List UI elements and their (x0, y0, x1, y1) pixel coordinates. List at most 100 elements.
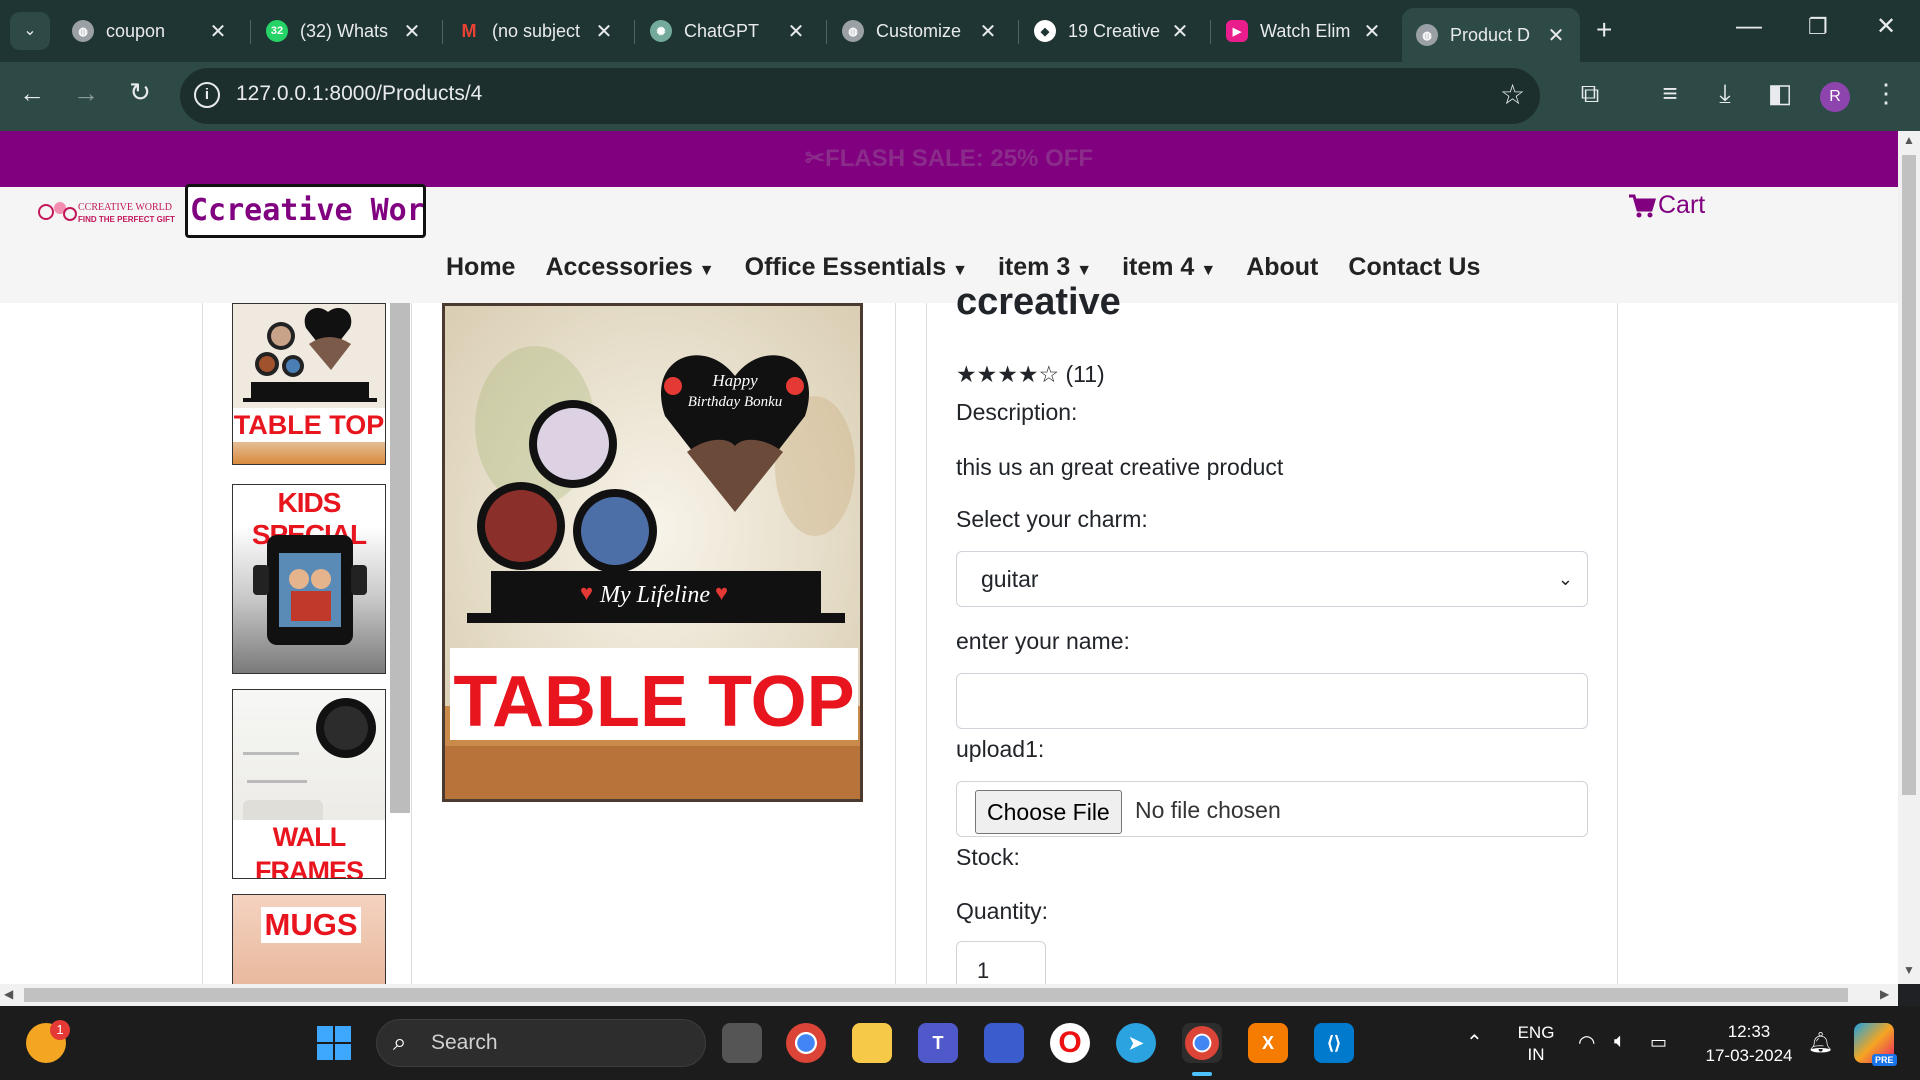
vscode-icon[interactable]: ⟨⟩ (1314, 1023, 1354, 1063)
charm-select-value: guitar (981, 566, 1039, 592)
profile-avatar[interactable]: R (1820, 82, 1850, 112)
tab-coupon[interactable]: ◍ coupon ✕ (58, 8, 242, 54)
main-nav: Home Accessories ▼ Office Essentials ▼ ite… (446, 253, 1480, 282)
tab-title: (no subject (492, 20, 581, 41)
scroll-up-arrow-icon[interactable]: ▲ (1903, 133, 1915, 147)
close-window-button[interactable]: ✕ (1876, 12, 1896, 41)
nav-about[interactable]: About (1246, 253, 1318, 282)
choose-file-button[interactable]: Choose File (975, 790, 1122, 834)
brand-name[interactable]: Ccreative World (185, 184, 426, 238)
scrollbar-thumb[interactable] (1902, 155, 1916, 795)
tab-customize[interactable]: ◍ Customize ✕ (828, 8, 1012, 54)
forward-button[interactable]: → (66, 78, 106, 109)
language-indicator[interactable]: ENG IN (1508, 1022, 1564, 1066)
thumbnail-wall-frames[interactable]: WALL FRAMES (232, 689, 386, 879)
nav-item-3[interactable]: item 3 ▼ (998, 253, 1092, 282)
tab-product-details[interactable]: ◍ Product D ✕ (1402, 8, 1580, 62)
tab-chatgpt[interactable]: ✺ ChatGPT ✕ (636, 8, 820, 54)
product-main-image[interactable]: Happy Birthday Bonku My Lifeline ♥ ♥ TAB… (442, 303, 863, 802)
close-icon[interactable]: ✕ (1362, 19, 1382, 44)
extensions-icon[interactable]: ⧉ (1570, 78, 1610, 110)
thumbnail-mugs[interactable]: MUGS (232, 894, 386, 984)
product-rating: ★★★★☆ (11) (956, 361, 1105, 388)
caret-down-icon: ▼ (698, 262, 715, 279)
close-icon[interactable]: ✕ (1170, 19, 1190, 44)
close-icon[interactable]: ✕ (208, 19, 228, 44)
close-icon[interactable]: ✕ (594, 19, 614, 44)
windows-taskbar: 1 ⌕ Search T O ➤ X ⟨⟩ ⌃ ENG IN ◠ 🔈︎ ▭ 12… (0, 1006, 1920, 1080)
minimize-button[interactable]: — (1736, 10, 1762, 41)
menu-kebab-icon[interactable]: ⋮ (1866, 78, 1906, 109)
download-icon[interactable]: ⤓ (1705, 78, 1745, 110)
file-explorer-icon[interactable] (852, 1023, 892, 1063)
thumbnail-kids-special[interactable]: KIDS SPECIAL (232, 484, 386, 674)
tab-watch[interactable]: ▶ Watch Elim ✕ (1212, 8, 1396, 54)
language-text: ENG (1517, 1023, 1555, 1042)
scroll-left-arrow-icon[interactable]: ◀ (4, 987, 13, 1001)
opera-icon[interactable]: O (1050, 1023, 1090, 1063)
restore-button[interactable]: ❐ (1808, 14, 1828, 40)
url-text[interactable]: 127.0.0.1:8000/Products/4 (236, 82, 482, 106)
address-bar[interactable]: i 127.0.0.1:8000/Products/4 ☆ (180, 68, 1540, 124)
region-text: IN (1527, 1045, 1545, 1064)
tab-search-button[interactable]: ⌄ (10, 12, 50, 50)
tab-whatsapp[interactable]: 32 (32) Whats ✕ (252, 8, 436, 54)
charm-select[interactable]: guitar ⌄ (956, 551, 1588, 607)
nav-contact-us[interactable]: Contact Us (1348, 253, 1480, 282)
name-input[interactable] (956, 673, 1588, 729)
reload-button[interactable]: ↻ (120, 77, 160, 108)
scroll-down-arrow-icon[interactable]: ▼ (1903, 963, 1915, 977)
battery-icon[interactable]: ▭ (1650, 1032, 1667, 1053)
media-control-icon[interactable]: ≡ (1650, 78, 1690, 109)
close-icon[interactable]: ✕ (786, 19, 806, 44)
site-header: CCREATIVE WORLD FIND THE PERFECT GIFT Cc… (0, 184, 1898, 303)
tab-creative[interactable]: ◆ 19 Creative ✕ (1020, 8, 1204, 54)
whatsapp-icon: 32 (266, 20, 288, 42)
tab-title: Watch Elim (1260, 20, 1351, 41)
site-logo[interactable]: CCREATIVE WORLD FIND THE PERFECT GIFT (36, 196, 184, 228)
side-panel-icon[interactable]: ◧ (1760, 78, 1800, 109)
thumbnail-caption: TABLE TOP (233, 408, 385, 442)
bookmark-star-icon[interactable]: ☆ (1500, 78, 1525, 111)
site-info-icon[interactable]: i (194, 82, 220, 108)
back-button[interactable]: ← (12, 78, 52, 109)
notifications-icon[interactable]: 🔔︎ (1808, 1030, 1833, 1055)
scroll-right-arrow-icon[interactable]: ▶ (1880, 987, 1889, 1001)
horizontal-scrollbar[interactable]: ◀ ▶ (0, 984, 1898, 1006)
time-text: 12:33 (1727, 1022, 1771, 1041)
close-icon[interactable]: ✕ (1546, 23, 1566, 48)
caret-down-icon: ▼ (1076, 262, 1093, 279)
quantity-input[interactable]: 1 (956, 941, 1046, 984)
teams-icon[interactable]: T (918, 1023, 958, 1063)
copilot-app-icon[interactable] (984, 1023, 1024, 1063)
new-tab-button[interactable]: + (1596, 14, 1612, 46)
review-count[interactable]: (11) (1066, 361, 1105, 387)
tab-title: (32) Whats (300, 20, 389, 41)
active-app-indicator (1192, 1072, 1212, 1076)
xampp-icon[interactable]: X (1248, 1023, 1288, 1063)
thumbnail-scrollbar[interactable] (390, 303, 410, 813)
thumbnail-table-top[interactable]: TABLE TOP (232, 303, 386, 465)
chrome-icon[interactable] (786, 1023, 826, 1063)
scrollbar-thumb[interactable] (24, 988, 1848, 1002)
file-upload-field[interactable]: Choose File No file chosen (956, 781, 1588, 837)
tab-gmail[interactable]: M (no subject ✕ (444, 8, 628, 54)
task-view-icon[interactable] (722, 1023, 762, 1063)
taskbar-search[interactable]: ⌕ Search (376, 1019, 706, 1067)
nav-office-essentials[interactable]: Office Essentials ▼ (745, 253, 968, 282)
clock[interactable]: 12:33 17-03-2024 (1696, 1020, 1802, 1068)
chrome-active-icon[interactable] (1182, 1023, 1222, 1063)
nav-accessories[interactable]: Accessories ▼ (545, 253, 714, 282)
cart-link[interactable]: Cart (1628, 191, 1705, 220)
show-hidden-icons[interactable]: ⌃ (1466, 1030, 1483, 1055)
volume-icon[interactable]: 🔈︎ (1614, 1030, 1626, 1053)
nav-home[interactable]: Home (446, 253, 515, 282)
vertical-scrollbar[interactable]: ▲ ▼ (1898, 131, 1920, 984)
nav-item-4[interactable]: item 4 ▼ (1122, 253, 1216, 282)
close-icon[interactable]: ✕ (402, 19, 422, 44)
start-windows-icon[interactable] (314, 1023, 354, 1063)
wifi-icon[interactable]: ◠ (1578, 1030, 1595, 1055)
tab-title: Customize (876, 20, 962, 41)
telegram-icon[interactable]: ➤ (1116, 1023, 1156, 1063)
close-icon[interactable]: ✕ (978, 19, 998, 44)
